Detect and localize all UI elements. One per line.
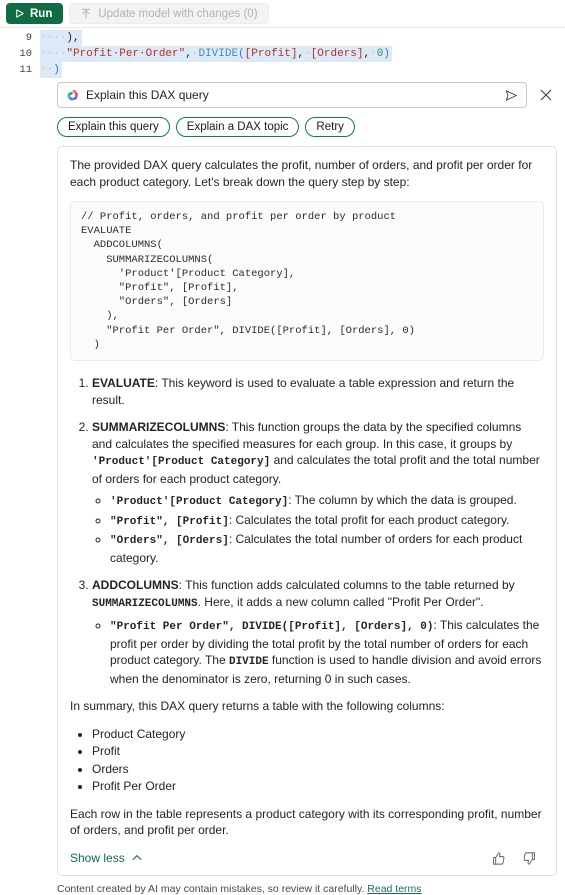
read-terms-link[interactable]: Read terms — [367, 883, 421, 895]
inline-code: SUMMARIZECOLUMNS — [92, 597, 198, 610]
summary-column-item: Orders — [92, 761, 544, 778]
step-bullet: "Profit Per Order", DIVIDE([Profit], [Or… — [110, 617, 544, 687]
chat-input[interactable] — [86, 88, 500, 102]
step-bullets: "Profit Per Order", DIVIDE([Profit], [Or… — [92, 617, 544, 687]
suggestion-pill-2[interactable]: Explain a DAX topic — [175, 117, 300, 137]
explanation-step: SUMMARIZECOLUMNS: This function groups t… — [92, 419, 544, 566]
code-line[interactable]: 9 ····), — [0, 30, 565, 46]
step-term: EVALUATE — [92, 376, 155, 391]
update-model-label: Update model with changes (0) — [98, 7, 258, 20]
thumbs-down-button[interactable] — [521, 850, 538, 867]
step-bullet: "Orders", [Orders]: Calculates the total… — [110, 531, 544, 566]
suggestion-pill-3[interactable]: Retry — [305, 117, 355, 137]
copilot-icon — [65, 88, 80, 103]
response-intro: The provided DAX query calculates the pr… — [70, 158, 533, 189]
close-copilot-button[interactable] — [535, 84, 557, 106]
explanation-steps: EVALUATE: This keyword is used to evalua… — [70, 375, 544, 687]
explanation-step: ADDCOLUMNS: This function adds calculate… — [92, 577, 544, 687]
update-model-button[interactable]: Update model with changes (0) — [69, 3, 269, 24]
close-icon — [539, 88, 553, 102]
play-triangle-icon — [14, 8, 25, 19]
summary-column-item: Profit — [92, 743, 544, 760]
inline-code: 'Product'[Product Category] — [110, 496, 289, 509]
inline-code: "Profit Per Order", DIVIDE([Profit], [Or… — [110, 621, 434, 634]
summary-intro: In summary, this DAX query returns a tab… — [70, 699, 445, 714]
upload-arrow-icon — [80, 8, 92, 20]
disclaimer-text: Content created by AI may contain mistak… — [57, 882, 365, 895]
response-code-block: // Profit, orders, and profit per order … — [70, 201, 544, 362]
suggestion-pill-1[interactable]: Explain this query — [57, 117, 170, 137]
code-line[interactable]: 10 ····"Profit·Per·Order",·DIVIDE([Profit… — [0, 46, 565, 62]
code-line-text[interactable]: ····), — [40, 30, 82, 46]
step-term: ADDCOLUMNS — [92, 578, 179, 593]
chat-input-container[interactable] — [57, 82, 527, 108]
response-closing: Each row in the table represents a produ… — [70, 806, 542, 838]
step-bullets: 'Product'[Product Category]: The column … — [92, 492, 544, 566]
ai-disclaimer: Content created by AI may contain mistak… — [57, 883, 557, 895]
thumbs-down-icon — [522, 851, 537, 866]
show-less-button[interactable]: Show less — [70, 851, 143, 865]
line-number: 10 — [19, 48, 32, 60]
copilot-response-card: The provided DAX query calculates the pr… — [57, 146, 557, 876]
show-less-label: Show less — [70, 851, 125, 866]
send-icon — [504, 88, 519, 103]
suggestion-pills: Explain this query Explain a DAX topic Ret… — [57, 117, 557, 137]
step-bullet: "Profit", [Profit]: Calculates the total… — [110, 512, 544, 531]
summary-column-item: Profit Per Order — [92, 778, 544, 795]
summary-column-item: Product Category — [92, 726, 544, 743]
code-line[interactable]: 11 ··) — [0, 62, 565, 78]
feedback-controls — [490, 850, 544, 867]
thumbs-up-button[interactable] — [490, 850, 507, 867]
code-line-text[interactable]: ··) — [40, 62, 62, 78]
line-number: 9 — [25, 32, 32, 44]
chevron-up-icon — [131, 852, 143, 864]
response-card-footer: Show less — [70, 850, 544, 869]
explanation-step: EVALUATE: This keyword is used to evalua… — [92, 375, 544, 408]
thumbs-up-icon — [491, 851, 506, 866]
editor-toolbar: Run Update model with changes (0) — [0, 0, 565, 28]
inline-code: "Orders", [Orders] — [110, 535, 229, 548]
inline-code: DIVIDE — [228, 656, 269, 669]
send-button[interactable] — [500, 84, 522, 106]
summary-columns-list: Product CategoryProfitOrdersProfit Per O… — [70, 726, 544, 795]
line-number: 11 — [19, 64, 32, 76]
step-bullet: 'Product'[Product Category]: The column … — [110, 492, 544, 511]
inline-code: 'Product'[Product Category] — [92, 456, 271, 469]
chat-input-row — [57, 82, 557, 108]
step-term: SUMMARIZECOLUMNS — [92, 420, 226, 435]
copilot-panel: Explain this queryExplain a DAX topicRet… — [57, 82, 557, 895]
dax-code-editor[interactable]: 9 ····), 10 ····"Profit·Per·Order",·DIVIDE(… — [0, 28, 565, 78]
code-line-text[interactable]: ····"Profit·Per·Order",·DIVIDE([Profit],… — [40, 46, 392, 62]
run-button[interactable]: Run — [6, 3, 64, 24]
inline-code: "Profit", [Profit] — [110, 515, 229, 528]
run-button-label: Run — [30, 7, 53, 20]
